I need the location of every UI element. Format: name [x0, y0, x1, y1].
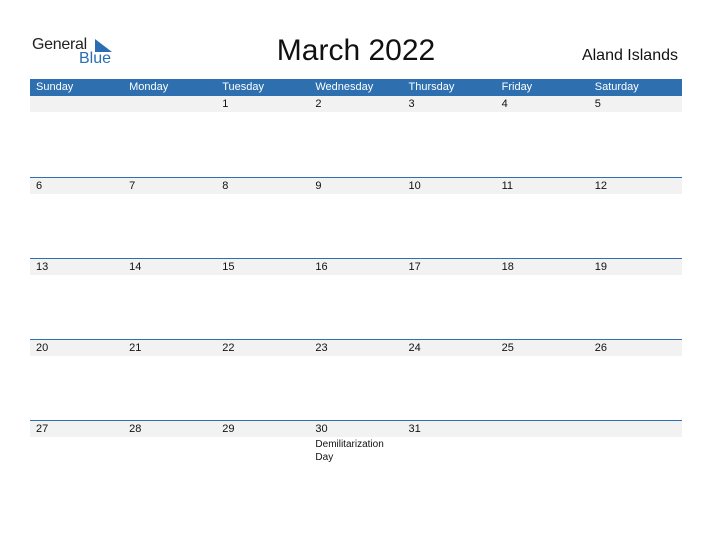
day-cell: [496, 421, 589, 437]
date-strip: 27 28 29 30 31: [30, 421, 682, 437]
day-cell: 16: [315, 261, 328, 273]
weekday-wednesday: Wednesday: [315, 81, 374, 93]
day-cell: 4: [501, 98, 508, 110]
day-cell: 3: [408, 98, 415, 110]
day-cell: 12: [594, 180, 607, 192]
weekday-header: Sunday Monday Tuesday Wednesday Thursday…: [30, 79, 682, 96]
weekday-tuesday: Tuesday: [222, 81, 265, 93]
weekday-saturday: Saturday: [594, 81, 639, 93]
day-cell: 10: [408, 180, 421, 192]
week-row: 6 7 8 9 10 11 12: [30, 177, 682, 258]
day-cell: 23: [315, 342, 328, 354]
day-cell: 8: [222, 180, 229, 192]
weekday-friday: Friday: [501, 81, 533, 93]
day-cell: 30: [315, 423, 328, 435]
date-strip: 1 2 3 4 5: [30, 96, 682, 112]
date-strip: 6 7 8 9 10 11 12: [30, 178, 682, 194]
day-cell: 5: [594, 98, 601, 110]
day-cell: 13: [36, 261, 49, 273]
week-row: 1 2 3 4 5: [30, 96, 682, 177]
day-cell: 27: [36, 423, 49, 435]
weekday-sunday: Sunday: [36, 81, 74, 93]
date-strip: 20 21 22 23 24 25 26: [30, 340, 682, 356]
day-cell: 29: [222, 423, 235, 435]
weekday-monday: Monday: [129, 81, 169, 93]
day-cell: 21: [129, 342, 142, 354]
week-row: 13 14 15 16 17 18 19: [30, 258, 682, 339]
day-cell: 26: [594, 342, 607, 354]
day-cell: 28: [129, 423, 142, 435]
week-row: 27 28 29 30 31 Demilitarization Day: [30, 420, 682, 501]
day-cell: 17: [408, 261, 421, 273]
country-label: Aland Islands: [581, 47, 678, 64]
day-cell: 19: [594, 261, 607, 273]
day-cell: 15: [222, 261, 235, 273]
day-cell: 22: [222, 342, 235, 354]
day-cell: 6: [36, 180, 43, 192]
day-cell: 7: [129, 180, 136, 192]
day-cell: 18: [501, 261, 514, 273]
day-cell: [30, 96, 123, 112]
day-cell: 2: [315, 98, 322, 110]
day-cell: 20: [36, 342, 49, 354]
day-cell: 11: [501, 180, 514, 192]
day-cell: 24: [408, 342, 421, 354]
day-cell: [589, 421, 682, 437]
weekday-thursday: Thursday: [408, 81, 455, 93]
day-cell: [123, 96, 216, 112]
week-row: 20 21 22 23 24 25 26: [30, 339, 682, 420]
day-cell: 25: [501, 342, 514, 354]
date-strip: 13 14 15 16 17 18 19: [30, 259, 682, 275]
calendar-grid: Sunday Monday Tuesday Wednesday Thursday…: [30, 79, 682, 501]
holiday-label: Demilitarization Day: [315, 439, 384, 463]
day-cell: 31: [408, 423, 421, 435]
day-cell: 14: [129, 261, 142, 273]
day-cell: 1: [222, 98, 229, 110]
day-cell: 9: [315, 180, 322, 192]
